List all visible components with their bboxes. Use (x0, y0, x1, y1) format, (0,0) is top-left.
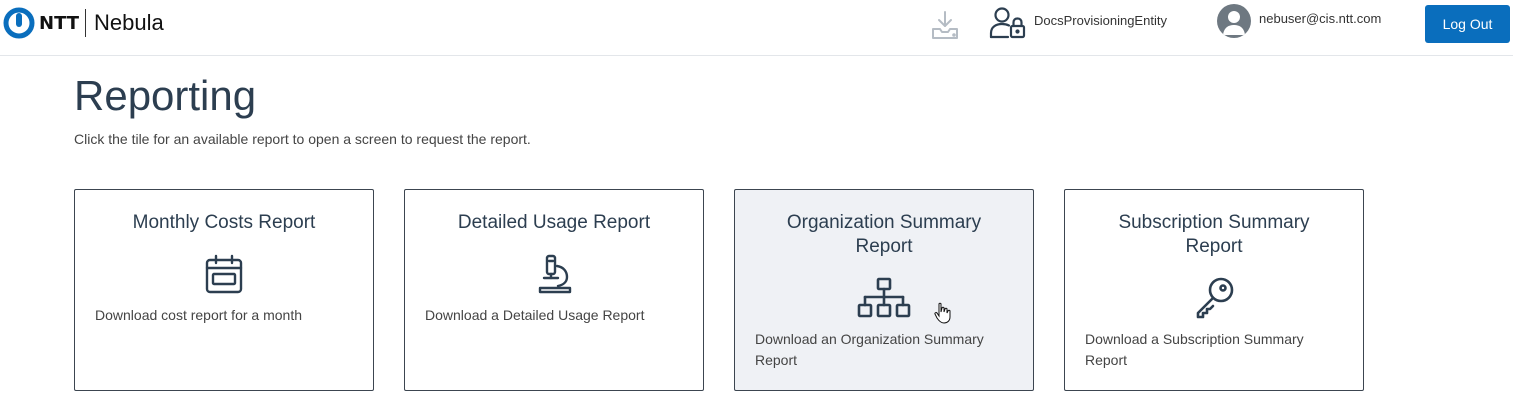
logo-text: NTT (39, 12, 80, 34)
tile-description: Download a Subscription Summary Report (1085, 331, 1304, 368)
user-lock-icon (989, 7, 1026, 39)
tile-description: Download an Organization Summary Report (755, 331, 984, 368)
app-name: Nebula (94, 10, 164, 35)
tile-title: Subscription Summary Report (1118, 212, 1310, 257)
calendar-icon (202, 252, 246, 296)
tile-title: Organization Summary Report (786, 212, 982, 257)
hand-pointer-icon (934, 302, 951, 324)
tile-detailed-usage-report[interactable]: Detailed Usage Report Download a Detaile… (404, 189, 704, 391)
tile-title: Monthly Costs Report (132, 212, 316, 233)
key-icon (1192, 276, 1236, 320)
tile-description: Download cost report for a month (95, 307, 302, 323)
user-menu[interactable]: nebuser@cis.ntt.com (1217, 3, 1381, 39)
tile-subscription-summary-report[interactable]: Subscription Summary Report Download a S… (1064, 189, 1364, 391)
user-avatar-icon (1217, 4, 1251, 38)
entity-name: DocsProvisioningEntity (1034, 12, 1167, 28)
brand[interactable]: NTT Nebula (3, 7, 164, 39)
tray-download-icon[interactable] (928, 9, 962, 41)
ntt-logo: NTT (3, 7, 79, 39)
ntt-mark-icon (3, 7, 35, 39)
org-chart-icon (857, 276, 911, 320)
brand-divider (85, 9, 87, 37)
tile-monthly-costs-report[interactable]: Monthly Costs Report Download cost repor… (74, 189, 374, 391)
tile-title: Detailed Usage Report (457, 212, 651, 233)
tile-description: Download a Detailed Usage Report (425, 307, 645, 323)
entity-selector[interactable]: DocsProvisioningEntity (988, 6, 1167, 40)
user-email: nebuser@cis.ntt.com (1259, 10, 1382, 26)
page-title: Reporting (74, 72, 257, 119)
tile-organization-summary-report[interactable]: Organization Summary Report Download an … (734, 189, 1034, 391)
logout-button[interactable]: Log Out (1425, 5, 1510, 43)
microscope-icon (532, 252, 576, 296)
top-header: NTT Nebula DocsProvisioningEntity nebuse… (0, 0, 1513, 56)
page-description: Click the tile for an available report t… (74, 131, 531, 147)
